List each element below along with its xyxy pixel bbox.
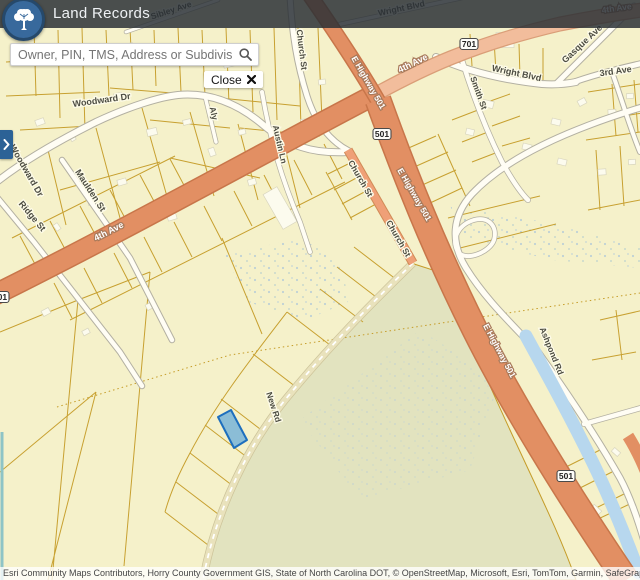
close-button[interactable]: Close bbox=[204, 71, 263, 88]
svg-text:501: 501 bbox=[375, 129, 389, 139]
shield-us701-main: 701 bbox=[460, 39, 478, 50]
svg-text:501: 501 bbox=[559, 471, 573, 481]
map-attribution: Esri Community Maps Contributors, Horry … bbox=[0, 567, 640, 580]
svg-text:701: 701 bbox=[462, 39, 476, 49]
sidebar-expand-button[interactable] bbox=[0, 130, 13, 159]
land-records-app: 701 701 501 501 Sibley Ave Wright Blvd 4… bbox=[0, 0, 640, 580]
app-title: Land Records bbox=[53, 5, 150, 22]
search-icon[interactable] bbox=[232, 48, 258, 61]
close-button-label: Close bbox=[211, 73, 242, 87]
oak-tree-logo-icon bbox=[2, 0, 45, 41]
search-input[interactable] bbox=[11, 48, 232, 62]
map-canvas[interactable]: 701 701 501 501 Sibley Ave Wright Blvd 4… bbox=[0, 0, 640, 580]
close-icon bbox=[247, 75, 256, 84]
search-bar bbox=[10, 43, 259, 66]
shield-us501-lower: 501 bbox=[557, 471, 575, 482]
shield-us701-left-edge: 701 bbox=[0, 292, 9, 303]
svg-text:701: 701 bbox=[0, 292, 7, 302]
shield-us501-upper: 501 bbox=[373, 129, 391, 140]
chevron-right-icon bbox=[3, 139, 10, 150]
